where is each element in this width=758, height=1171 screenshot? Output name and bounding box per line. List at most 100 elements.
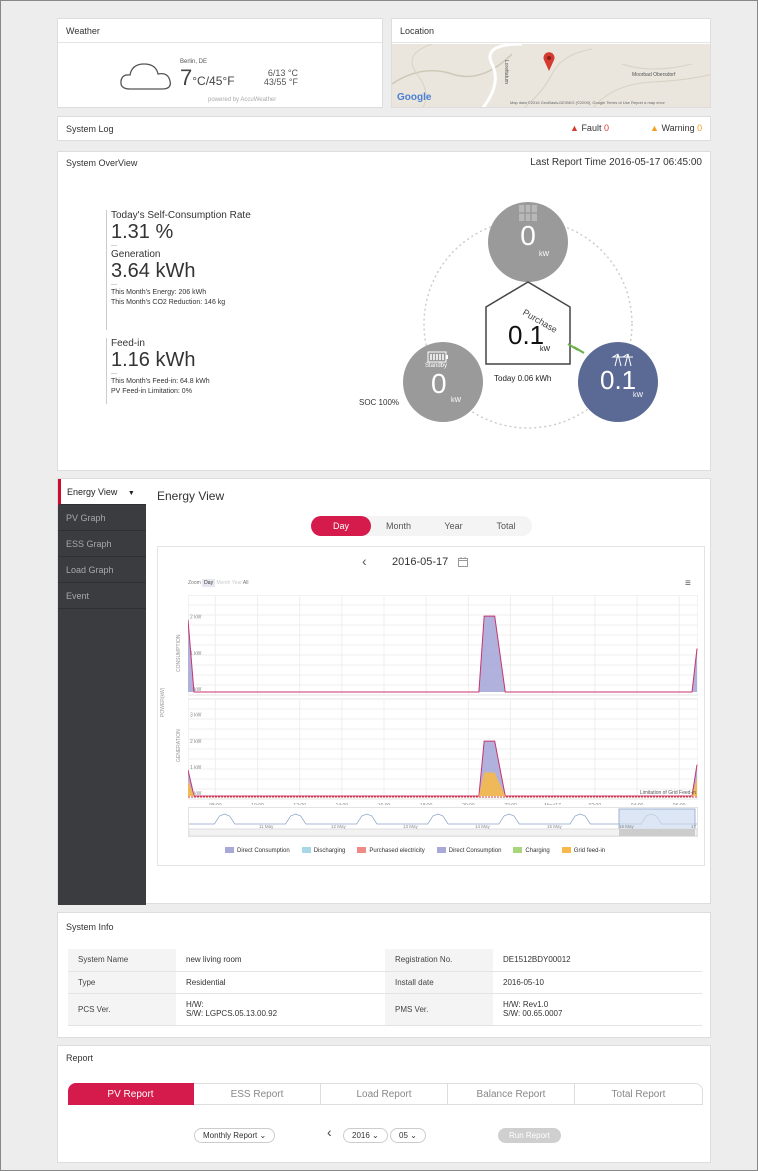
fault-indicator[interactable]: ▲ Fault 0 xyxy=(570,123,609,133)
legend-label: Grid feed-in xyxy=(573,847,606,854)
map-street-label: Lorettatum xyxy=(503,60,509,84)
legend-item[interactable]: Direct Consumption xyxy=(225,847,290,854)
legend-item[interactable]: Grid feed-in xyxy=(561,847,606,854)
table-row: System Name new living room Registration… xyxy=(68,949,702,972)
legend-item[interactable]: Direct Consumption xyxy=(436,847,502,854)
prev-chevron-icon[interactable]: ‹ xyxy=(327,1124,332,1140)
weather-title: Weather xyxy=(58,19,382,43)
zoom-all[interactable]: All xyxy=(243,580,249,586)
report-type-select[interactable]: Monthly Report ⌄ xyxy=(194,1128,276,1143)
system-name-label: System Name xyxy=(68,949,176,972)
feedin-label: Feed-in xyxy=(111,338,145,349)
legend-item[interactable]: Discharging xyxy=(301,847,346,854)
run-report-button[interactable]: Run Report xyxy=(498,1128,561,1143)
sidebar-item-load-graph[interactable]: Load Graph xyxy=(58,557,146,583)
sidebar-item-event[interactable]: Event xyxy=(58,583,146,609)
month-co2: This Month's CO2 Reduction: 146 kg xyxy=(111,299,226,306)
energy-view-dropdown[interactable]: Energy View ▼ xyxy=(58,479,146,505)
zoom-year[interactable]: Year xyxy=(232,580,242,586)
last-report-time: Last Report Time 2016-05-17 06:45:00 xyxy=(530,157,702,168)
report-title: Report xyxy=(66,1053,94,1063)
home-today: Today 0.06 kWh xyxy=(494,374,552,383)
legend-item[interactable]: Purchased electricity xyxy=(357,847,425,854)
home-unit: kW xyxy=(540,346,551,353)
chart-panel: ‹ 2016-05-17 Zoom Day Month Year All ≡ P… xyxy=(157,546,707,866)
battery-unit: kW xyxy=(451,397,462,404)
map[interactable]: Lorettatum Moorbad Obersdorf Google Map … xyxy=(392,42,710,107)
tab-balance-report[interactable]: Balance Report xyxy=(448,1083,575,1105)
home-value: 0.1 xyxy=(508,320,545,350)
report-card: Report PV Report ESS Report Load Report … xyxy=(57,1045,711,1163)
generation-label: Generation xyxy=(111,249,161,260)
year-select[interactable]: 2016 ⌄ xyxy=(343,1128,388,1143)
system-name-value: new living room xyxy=(176,949,385,972)
y-tick-label: 1 kW xyxy=(190,651,202,657)
pv-unit: kW xyxy=(539,251,550,258)
tab-total-report[interactable]: Total Report xyxy=(575,1083,703,1105)
tab-ess-report[interactable]: ESS Report xyxy=(194,1083,321,1105)
x-tick-label: 06:00 xyxy=(673,803,686,805)
navigator-sparkline: 11 May 12 May 13 May 14 May 15 May 16 May 17 M… xyxy=(188,808,707,837)
system-overview-card: System OverView Last Report Time 2016-05… xyxy=(57,151,711,471)
navigator-tick-label: 16 May xyxy=(619,824,635,829)
weather-powered: powered by AccuWeather xyxy=(208,97,277,103)
sidebar-item-pv-graph[interactable]: PV Graph xyxy=(58,505,146,531)
battery-value: 0 xyxy=(431,368,447,399)
grid-unit: kW xyxy=(633,392,644,399)
pv-limit: PV Feed-in Limitation: 0% xyxy=(111,388,192,395)
battery-icon xyxy=(427,351,448,363)
tab-year[interactable]: Year xyxy=(426,516,481,536)
system-info-table: System Name new living room Registration… xyxy=(68,949,702,1026)
x-tick-label: 20:00 xyxy=(462,803,475,805)
tab-month[interactable]: Month xyxy=(371,516,426,536)
system-log-title: System Log xyxy=(66,124,114,134)
tab-load-report[interactable]: Load Report xyxy=(321,1083,448,1105)
tab-day[interactable]: Day xyxy=(311,516,371,536)
energy-chart[interactable]: 2 kW1 kW0 kW3 kW2 kW1 kW0 kW Limitation o… xyxy=(188,595,698,805)
cloud-icon xyxy=(120,63,171,90)
pv-value: 0 xyxy=(520,220,536,251)
legend-swatch xyxy=(513,847,523,853)
report-tabs: PV Report ESS Report Load Report Balance… xyxy=(68,1083,704,1105)
warning-indicator[interactable]: ▲ Warning 0 xyxy=(650,123,702,133)
legend-label: Direct Consumption xyxy=(448,847,502,854)
tab-pv-report[interactable]: PV Report xyxy=(68,1083,194,1105)
month-energy: This Month's Energy: 206 kWh xyxy=(111,289,207,296)
pcs-ver-label: PCS Ver. xyxy=(68,993,176,1026)
y-tick-label: 2 kW xyxy=(190,739,202,745)
legend-item[interactable]: Charging xyxy=(513,847,550,854)
type-label: Type xyxy=(68,971,176,994)
navigator-tick-label: 17 May xyxy=(691,824,697,829)
system-info-title: System Info xyxy=(66,922,114,932)
system-info-card: System Info System Name new living room … xyxy=(57,912,711,1038)
prev-date-chevron-icon[interactable]: ‹ xyxy=(362,553,367,569)
zoom-day[interactable]: Day xyxy=(202,579,216,587)
google-logo: Google xyxy=(397,92,432,103)
energy-view-card: Energy View ▼ PV Graph ESS Graph Load Gr… xyxy=(57,478,711,905)
calendar-icon[interactable] xyxy=(458,557,468,567)
navigator[interactable]: 11 May 12 May 13 May 14 May 15 May 16 May 17 M… xyxy=(188,807,707,837)
navigator-scroll-thumb xyxy=(619,829,695,836)
table-row: PCS Ver. H/W: S/W: LGPCS.05.13.00.92 PMS… xyxy=(68,993,702,1026)
map-pin-icon[interactable] xyxy=(542,52,556,72)
x-tick-label: 22:00 xyxy=(504,803,517,805)
grid-value: 0.1 xyxy=(600,365,637,395)
date-display: 2016-05-17 xyxy=(392,556,449,568)
y-axis-power-label: POWER(kW) xyxy=(160,687,166,717)
x-tick-label: 04:00 xyxy=(631,803,644,805)
x-tick-label: 12:00 xyxy=(293,803,306,805)
navigator-tick-label: 14 May xyxy=(475,824,491,829)
sidebar-item-ess-graph[interactable]: ESS Graph xyxy=(58,531,146,557)
month-select[interactable]: 05 ⌄ xyxy=(390,1128,426,1143)
table-row: Type Residential Install date 2016-05-10 xyxy=(68,971,702,994)
location-card: Location Lorettatum Moorbad Obersdorf Go… xyxy=(391,18,711,108)
system-log-card: System Log ▲ Fault 0 ▲ Warning 0 xyxy=(57,116,711,141)
generation-value: 3.64 kWh xyxy=(111,260,196,282)
chevron-down-icon: ⌄ xyxy=(372,1131,379,1140)
zoom-month[interactable]: Month xyxy=(216,580,230,586)
fault-warning-icon: ▲ xyxy=(570,123,579,133)
x-tick-label: 08:00 xyxy=(209,803,222,805)
chart-menu-icon[interactable]: ≡ xyxy=(685,578,691,589)
legend-label: Discharging xyxy=(313,847,346,854)
tab-total[interactable]: Total xyxy=(481,516,531,536)
